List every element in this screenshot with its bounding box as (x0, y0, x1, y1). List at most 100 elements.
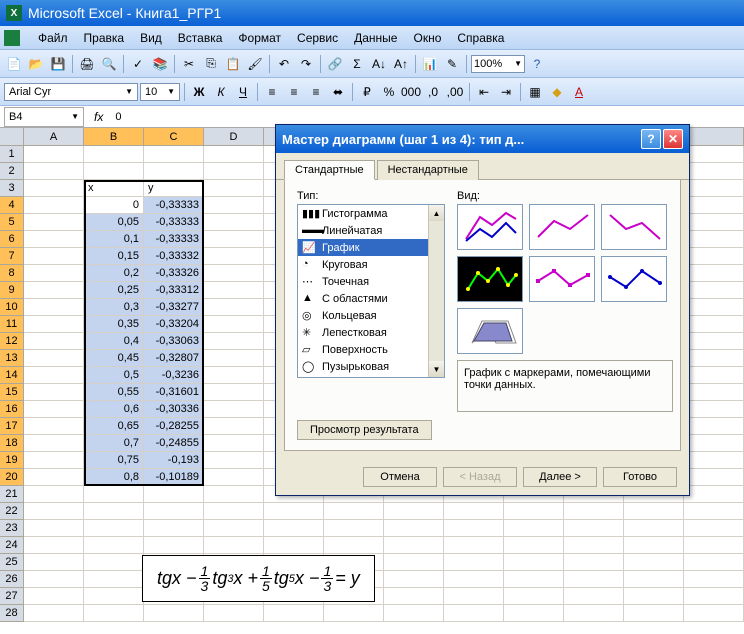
cell[interactable] (684, 333, 744, 350)
cell[interactable]: y (144, 180, 204, 197)
cell[interactable]: 0,3 (84, 299, 144, 316)
row-header[interactable]: 9 (0, 282, 24, 299)
row-header[interactable]: 12 (0, 333, 24, 350)
chart-type-item[interactable]: ▲С областями (298, 290, 428, 307)
open-icon[interactable]: 📂 (26, 54, 46, 74)
cell[interactable]: 0,35 (84, 316, 144, 333)
cell[interactable] (384, 520, 444, 537)
cell[interactable] (444, 605, 504, 622)
font-combo[interactable]: Arial Cyr▼ (4, 83, 138, 101)
cell[interactable] (204, 214, 264, 231)
cell[interactable] (204, 605, 264, 622)
cell[interactable]: -0,33333 (144, 197, 204, 214)
cell[interactable]: -0,30336 (144, 401, 204, 418)
cell[interactable] (264, 537, 324, 554)
cell[interactable] (144, 537, 204, 554)
cell[interactable] (204, 248, 264, 265)
cell[interactable] (204, 452, 264, 469)
cell[interactable] (264, 503, 324, 520)
subtype-5[interactable] (529, 256, 595, 302)
cell[interactable]: -0,33204 (144, 316, 204, 333)
chart-icon[interactable]: 📊 (420, 54, 440, 74)
dec-decimal-icon[interactable]: ,00 (445, 82, 465, 102)
cell[interactable] (84, 605, 144, 622)
cell[interactable] (684, 282, 744, 299)
cell[interactable]: -0,33277 (144, 299, 204, 316)
currency-icon[interactable]: ₽ (357, 82, 377, 102)
borders-icon[interactable]: ▦ (525, 82, 545, 102)
cell[interactable] (264, 605, 324, 622)
row-header[interactable]: 7 (0, 248, 24, 265)
cell[interactable] (384, 554, 444, 571)
save-icon[interactable]: 💾 (48, 54, 68, 74)
next-button[interactable]: Далее > (523, 467, 597, 487)
cell[interactable] (24, 588, 84, 605)
cell[interactable] (684, 316, 744, 333)
cell[interactable] (204, 146, 264, 163)
cell[interactable] (24, 214, 84, 231)
cell[interactable] (84, 163, 144, 180)
cell[interactable] (684, 418, 744, 435)
cell[interactable] (24, 554, 84, 571)
subtype-3[interactable] (601, 204, 667, 250)
chart-type-item[interactable]: ⋯Точечная (298, 273, 428, 290)
cell[interactable] (684, 248, 744, 265)
row-header[interactable]: 28 (0, 605, 24, 622)
cell[interactable] (24, 163, 84, 180)
cell[interactable] (684, 435, 744, 452)
zoom-combo[interactable]: 100%▼ (471, 55, 525, 73)
cell[interactable] (444, 588, 504, 605)
cell[interactable] (204, 435, 264, 452)
cell[interactable] (504, 554, 564, 571)
cell[interactable] (24, 367, 84, 384)
row-header[interactable]: 24 (0, 537, 24, 554)
subtype-6[interactable] (601, 256, 667, 302)
subtype-1[interactable] (457, 204, 523, 250)
cell[interactable] (204, 180, 264, 197)
cell[interactable] (144, 163, 204, 180)
menu-insert[interactable]: Вставка (170, 28, 231, 48)
formula-input[interactable]: 0 (109, 111, 121, 123)
cell[interactable] (504, 503, 564, 520)
align-center-icon[interactable]: ≡ (284, 82, 304, 102)
cell[interactable]: -0,24855 (144, 435, 204, 452)
cell[interactable] (24, 350, 84, 367)
hyperlink-icon[interactable]: 🔗 (325, 54, 345, 74)
cell[interactable] (204, 520, 264, 537)
cell[interactable] (204, 503, 264, 520)
col-header-b[interactable]: B (84, 128, 144, 146)
cell[interactable] (24, 248, 84, 265)
app-menu-icon[interactable] (4, 30, 20, 46)
cancel-button[interactable]: Отмена (363, 467, 437, 487)
cell[interactable] (444, 571, 504, 588)
cell[interactable] (24, 571, 84, 588)
row-header[interactable]: 23 (0, 520, 24, 537)
cell[interactable]: -0,10189 (144, 469, 204, 486)
cell[interactable] (24, 520, 84, 537)
cell[interactable]: -0,28255 (144, 418, 204, 435)
copy-icon[interactable]: ⎘ (201, 54, 221, 74)
cell[interactable] (684, 469, 744, 486)
sort-desc-icon[interactable]: A↑ (391, 54, 411, 74)
cell[interactable] (624, 605, 684, 622)
cell[interactable] (504, 537, 564, 554)
menu-view[interactable]: Вид (132, 28, 170, 48)
bold-icon[interactable]: Ж (189, 82, 209, 102)
menu-window[interactable]: Окно (405, 28, 449, 48)
cell[interactable]: 0,65 (84, 418, 144, 435)
select-all-corner[interactable] (0, 128, 24, 146)
cell[interactable] (204, 299, 264, 316)
cell[interactable] (684, 265, 744, 282)
cell[interactable] (504, 520, 564, 537)
paste-icon[interactable]: 📋 (223, 54, 243, 74)
cell[interactable]: -0,32807 (144, 350, 204, 367)
cell[interactable] (684, 350, 744, 367)
cell[interactable] (684, 197, 744, 214)
equation-object[interactable]: tgx − 13 tg3x + 15 tg5x − 13 = y (142, 555, 375, 602)
cell[interactable] (624, 520, 684, 537)
cell[interactable] (24, 282, 84, 299)
tab-custom[interactable]: Нестандартные (377, 160, 479, 180)
cell[interactable] (24, 469, 84, 486)
cell[interactable]: 0,5 (84, 367, 144, 384)
align-right-icon[interactable]: ≡ (306, 82, 326, 102)
